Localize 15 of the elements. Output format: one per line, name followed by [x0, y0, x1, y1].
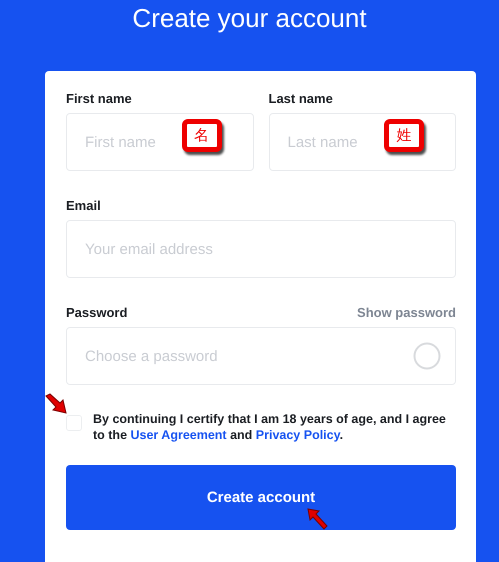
privacy-policy-link[interactable]: Privacy Policy: [256, 428, 340, 442]
user-agreement-link[interactable]: User Agreement: [130, 428, 227, 442]
annotation-label: 名: [182, 119, 222, 152]
field-label: Password: [66, 305, 128, 321]
annotation-label: 姓: [384, 119, 424, 152]
arrow-icon: [307, 508, 329, 530]
field-label: Last name: [268, 91, 333, 107]
create-account-button[interactable]: Create account: [66, 465, 456, 530]
consent-checkbox[interactable]: [66, 415, 82, 431]
consent-text: By continuing I certify that I am 18 years of age, and I agree to the User Agreement and Privacy Policy.: [93, 411, 447, 443]
field-label: Email: [66, 198, 101, 214]
show-password-link[interactable]: Show password: [357, 305, 456, 327]
page-title: Create your account: [132, 2, 367, 34]
strength-ring-icon: [413, 342, 441, 370]
field-label: First name: [66, 91, 132, 107]
